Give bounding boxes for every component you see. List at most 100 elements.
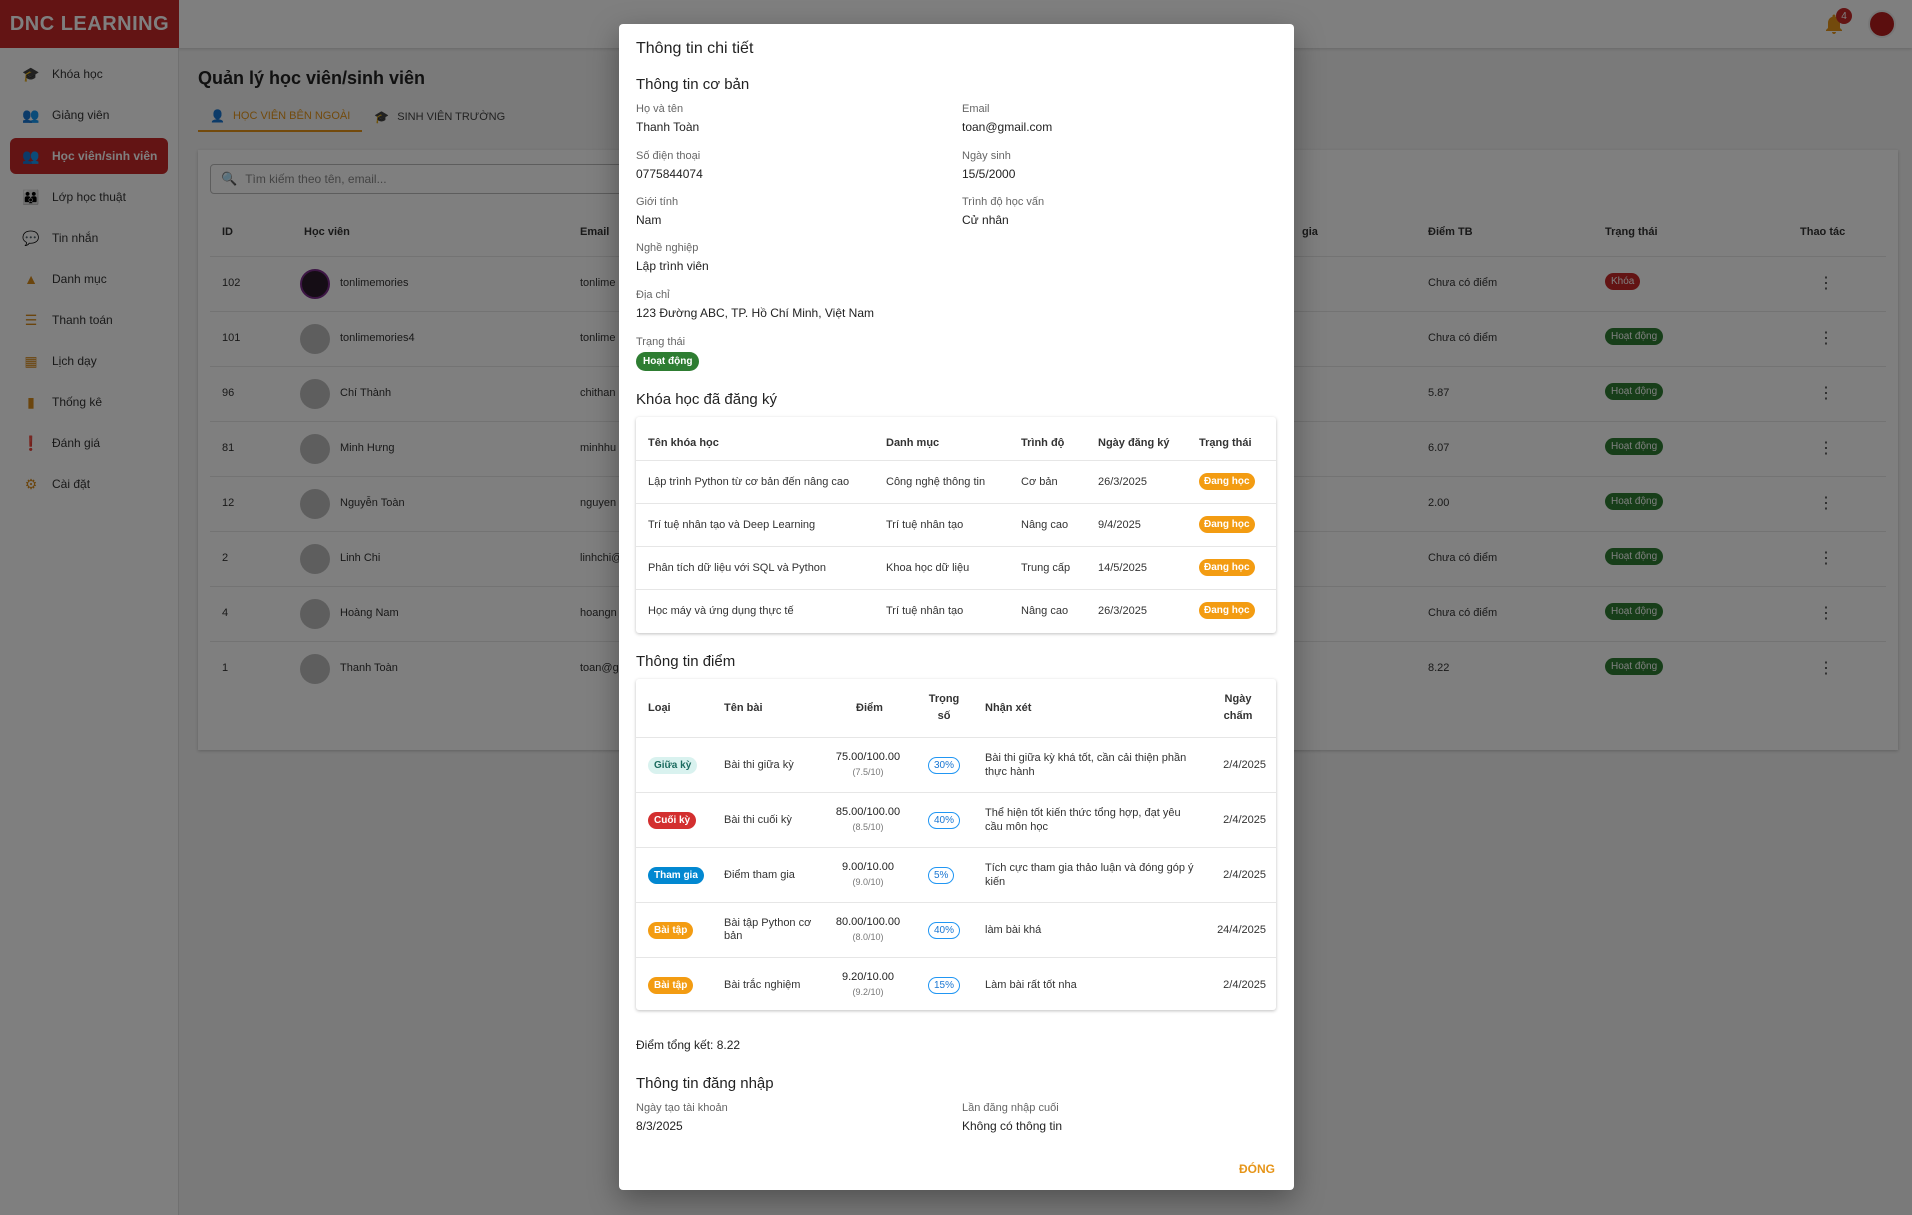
job-label: Nghề nghiệp xyxy=(636,242,699,254)
score-row: Cuối kỳ Bài thi cuối kỳ 85.00/100.00 (8.5/1… xyxy=(636,792,1276,847)
email-value: toan@gmail.com xyxy=(962,120,1053,134)
score-value: 85.00/100.00 xyxy=(835,806,901,818)
gender-value: Nam xyxy=(636,213,662,227)
course-enroll-date: 9/4/2025 xyxy=(1098,519,1141,531)
last-login-value: Không có thông tin xyxy=(962,1119,1063,1133)
score-row: Giữa kỳ Bài thi giữa kỳ 75.00/100.00 (7.5/1… xyxy=(636,737,1276,792)
col-header-comment: Nhận xét xyxy=(985,702,1032,714)
score-comment: Thể hiện tốt kiến thức tổng hợp, đạt yêu xyxy=(985,807,1181,819)
course-category: Khoa học dữ liệu xyxy=(886,562,970,574)
gender-label: Giới tính xyxy=(636,196,679,208)
grade-date: 2/4/2025 xyxy=(1223,869,1266,881)
col-header-score: Điểm xyxy=(856,702,883,714)
col-header-level: Trình độ xyxy=(1021,437,1065,449)
course-level: Cơ bản xyxy=(1021,476,1058,488)
course-status-badge: Đang học xyxy=(1199,473,1255,490)
col-header-weight-1: Trọng xyxy=(928,693,960,705)
score-comment-cont: thực hành xyxy=(985,766,1035,778)
dialog-title: Thông tin chi tiết xyxy=(636,40,754,57)
col-header-weight-2: số xyxy=(937,710,951,722)
phone-value: 0775844074 xyxy=(636,167,703,181)
courses-table: Tên khóa học Danh mục Trình độ Ngày đăng… xyxy=(636,417,1276,633)
exam-name: Bài thi giữa kỳ xyxy=(724,759,794,771)
phone-label: Số điện thoại xyxy=(636,150,701,162)
exam-name: Bài trắc nghiệm xyxy=(724,979,801,991)
course-enroll-date: 26/3/2025 xyxy=(1098,605,1147,617)
course-category: Công nghệ thông tin xyxy=(886,476,986,488)
score-scaled: (7.5/10) xyxy=(852,767,884,777)
score-value: 80.00/100.00 xyxy=(835,916,901,928)
col-header-type: Loại xyxy=(648,702,671,714)
dob-value: 15/5/2000 xyxy=(962,167,1016,181)
education-value: Cử nhân xyxy=(962,213,1009,227)
score-row: Tham gia Điểm tham gia 9.00/10.00 (9.0/10) 5… xyxy=(636,847,1276,902)
score-type-badge: Cuối kỳ xyxy=(648,812,697,829)
course-status-badge: Đang học xyxy=(1199,516,1255,533)
score-type-badge: Bài tập xyxy=(648,977,694,994)
score-comment: làm bài khá xyxy=(985,924,1042,936)
created-label: Ngày tạo tài khoản xyxy=(636,1102,728,1114)
section-login-info: Thông tin đăng nhập xyxy=(636,1075,774,1092)
dob-label: Ngày sinh xyxy=(962,150,1011,162)
status-label: Trạng thái xyxy=(636,336,686,348)
exam-name: Điểm tham gia xyxy=(724,869,795,881)
course-name: Trí tuệ nhân tạo và Deep Learning xyxy=(648,519,816,531)
score-type-badge: Tham gia xyxy=(648,867,704,884)
course-name: Học máy và ứng dụng thực tế xyxy=(648,605,794,617)
course-enroll-date: 14/5/2025 xyxy=(1098,562,1147,574)
score-value: 9.00/10.00 xyxy=(842,861,894,873)
course-status-badge: Đang học xyxy=(1199,602,1255,619)
address-label: Địa chỉ xyxy=(636,289,670,301)
score-scaled: (9.2/10) xyxy=(852,987,884,997)
close-button[interactable]: ĐÓNG xyxy=(1239,1162,1275,1176)
exam-name: Bài thi cuối kỳ xyxy=(724,814,792,826)
student-detail-dialog: Thông tin chi tiết Thông tin cơ bản Họ v… xyxy=(619,24,1294,1190)
course-status-badge: Đang học xyxy=(1199,559,1255,576)
score-scaled: (8.5/10) xyxy=(852,822,884,832)
course-row: Trí tuệ nhân tạo và Deep Learning Trí tuệ… xyxy=(636,503,1276,546)
job-value: Lập trình viên xyxy=(636,259,709,273)
score-type-badge: Bài tập xyxy=(648,922,694,939)
col-header-category: Danh mục xyxy=(886,437,940,449)
grade-date: 24/4/2025 xyxy=(1217,924,1266,936)
course-category: Trí tuệ nhân tạo xyxy=(886,605,964,617)
score-comment: Tích cực tham gia thảo luận và đóng góp … xyxy=(985,862,1194,874)
col-header-course-name: Tên khóa học xyxy=(648,437,719,449)
col-header-grade-date-1: Ngày xyxy=(1224,693,1252,705)
exam-name-cont: bản xyxy=(724,930,743,942)
created-value: 8/3/2025 xyxy=(636,1119,683,1133)
grade-date: 2/4/2025 xyxy=(1223,759,1266,771)
name-label: Họ và tên xyxy=(636,103,684,115)
course-name: Phân tích dữ liệu với SQL và Python xyxy=(648,562,827,574)
score-comment: Bài thi giữa kỳ khá tốt, cần cải thiện p… xyxy=(985,752,1187,764)
course-category: Trí tuệ nhân tạo xyxy=(886,519,964,531)
section-basic-info: Thông tin cơ bản xyxy=(636,76,750,93)
weight-badge: 30% xyxy=(928,757,961,774)
weight-badge: 40% xyxy=(928,812,961,829)
course-level: Nâng cao xyxy=(1021,605,1069,617)
score-comment-cont: kiến xyxy=(985,876,1006,888)
col-header-course-status: Trạng thái xyxy=(1199,437,1252,449)
score-scaled: (8.0/10) xyxy=(852,932,884,942)
exam-name: Bài tập Python cơ xyxy=(724,917,812,929)
course-row: Học máy và ứng dụng thực tế Trí tuệ nhân … xyxy=(636,589,1276,632)
score-type-badge: Giữa kỳ xyxy=(648,757,698,774)
score-value: 9.20/10.00 xyxy=(842,971,894,983)
address-value: 123 Đường ABC, TP. Hồ Chí Minh, Việt Nam xyxy=(636,306,875,320)
email-label: Email xyxy=(962,103,990,115)
weight-badge: 5% xyxy=(928,867,955,884)
score-comment-cont: cầu môn học xyxy=(985,821,1048,833)
weight-badge: 15% xyxy=(928,977,961,994)
grade-date: 2/4/2025 xyxy=(1223,814,1266,826)
course-level: Trung cấp xyxy=(1021,562,1071,574)
score-scaled: (9.0/10) xyxy=(852,877,884,887)
score-row: Bài tập Bài tập Python cơ bản 80.00/100.00 (… xyxy=(636,902,1276,957)
col-header-grade-date-2: chấm xyxy=(1223,710,1253,722)
course-row: Phân tích dữ liệu với SQL và Python Khoa … xyxy=(636,546,1276,589)
education-label: Trình độ học vấn xyxy=(962,196,1045,208)
grade-date: 2/4/2025 xyxy=(1223,979,1266,991)
course-level: Nâng cao xyxy=(1021,519,1069,531)
col-header-exam-name: Tên bài xyxy=(724,702,763,714)
score-value: 75.00/100.00 xyxy=(835,751,901,763)
final-score: Điểm tổng kết: 8.22 xyxy=(636,1038,741,1052)
